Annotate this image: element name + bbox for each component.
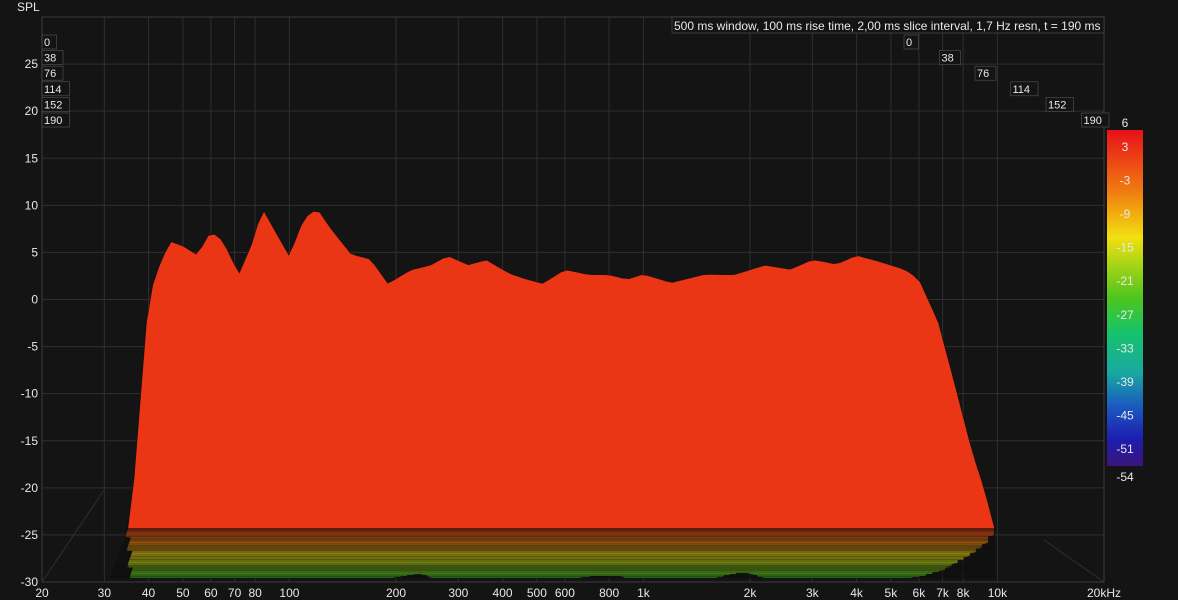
y-tick-label: 0	[31, 293, 38, 307]
y-tick-label: -20	[21, 481, 39, 495]
colorbar-tick-label: -45	[1116, 409, 1134, 423]
colorbar-tick-label: -21	[1116, 274, 1134, 288]
time-tick-label-left: 76	[44, 68, 56, 80]
x-tick-label: 300	[448, 586, 468, 600]
floor-edge	[41, 489, 105, 583]
x-tick-label: 60	[204, 586, 218, 600]
time-tick-label-right: 152	[1048, 99, 1066, 111]
x-tick-label: 1k	[637, 586, 651, 600]
time-tick-label-right: 0	[906, 37, 912, 49]
time-tick-label-left: 114	[44, 84, 62, 96]
chart-title: 500 ms window, 100 ms rise time, 2,00 ms…	[674, 19, 1101, 33]
colorbar-tick-label: -9	[1120, 207, 1131, 221]
x-tick-label: 3k	[806, 586, 820, 600]
time-tick-label-right: 38	[942, 53, 954, 65]
waterfall-slices	[110, 210, 997, 579]
waterfall-slice	[127, 210, 995, 529]
x-tick-label: 10k	[988, 586, 1008, 600]
y-tick-label: -5	[27, 340, 38, 354]
colorbar-tick-label: 6	[1122, 116, 1129, 130]
time-tick-label-right: 114	[1013, 84, 1031, 96]
colorbar-tick-label: -39	[1116, 375, 1134, 389]
y-tick-label: -10	[21, 387, 39, 401]
x-tick-label: 100	[279, 586, 299, 600]
colorbar-tick-label: 3	[1122, 140, 1129, 154]
x-tick-label: 200	[386, 586, 406, 600]
x-tick-label: 600	[555, 586, 575, 600]
x-tick-label: 70	[228, 586, 242, 600]
x-tick-label: 800	[599, 586, 619, 600]
time-tick-label-right: 76	[977, 68, 989, 80]
x-tick-label: 80	[248, 586, 262, 600]
floor-edge	[1043, 539, 1105, 583]
y-tick-label: 20	[25, 104, 39, 118]
colorbar: 6 3 -3 -9 -15 -21 -27 -33 -39 -45 -51 -54	[1107, 116, 1143, 484]
x-tick-label: 7k	[936, 586, 950, 600]
colorbar-tick-label: -27	[1116, 308, 1134, 322]
x-tick-label: 6k	[913, 586, 927, 600]
time-tick-label-left: 152	[44, 99, 62, 111]
time-tick-label-left: 190	[44, 115, 62, 127]
y-tick-label: 25	[25, 57, 39, 71]
time-tick-label-right: 190	[1084, 115, 1102, 127]
colorbar-tick-label: -51	[1116, 442, 1134, 456]
colorbar-tick-label: -3	[1120, 173, 1131, 187]
time-tick-label-left: 38	[44, 53, 56, 65]
x-tick-label: 8k	[957, 586, 971, 600]
y-tick-label: 10	[25, 198, 39, 212]
y-axis-label: SPL	[17, 0, 40, 14]
y-tick-label: 5	[31, 245, 38, 259]
y-tick-label: 15	[25, 151, 39, 165]
colorbar-tick-label: -15	[1116, 241, 1134, 255]
x-tick-label: 5k	[885, 586, 899, 600]
x-tick-label: 2k	[744, 586, 758, 600]
y-tick-label: -25	[21, 528, 39, 542]
x-tick-label: 20	[35, 586, 49, 600]
colorbar-tick-label: -33	[1116, 341, 1134, 355]
waterfall-plot: 2520151050-5-10-15-20-25-3020 30 40 50 60 70 8…	[17, 0, 1143, 600]
x-tick-label: 40	[142, 586, 156, 600]
x-tick-label: 4k	[850, 586, 864, 600]
colorbar-tick-label: -54	[1116, 470, 1134, 484]
x-tick-label: 50	[176, 586, 190, 600]
x-tick-label: 30	[98, 586, 112, 600]
x-tick-label: 500	[527, 586, 547, 600]
x-tick-label: 400	[493, 586, 513, 600]
y-tick-label: -15	[21, 434, 39, 448]
time-tick-label-left: 0	[44, 37, 50, 49]
x-tick-label: 20kHz	[1087, 586, 1121, 600]
